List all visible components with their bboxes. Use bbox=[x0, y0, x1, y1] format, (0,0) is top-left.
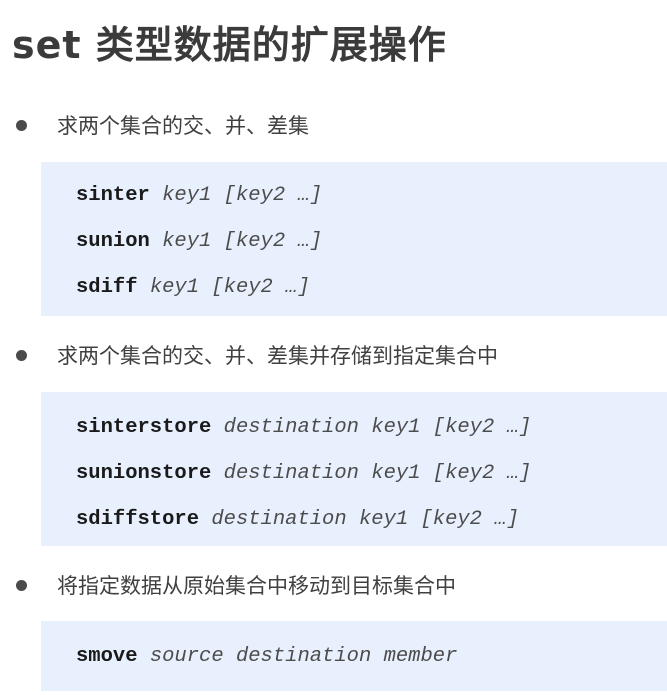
command-args: destination key1 [key2 …] bbox=[223, 416, 532, 439]
command-args: key1 [key2 …] bbox=[149, 276, 310, 299]
code-block: sinter key1 [key2 …] sunion key1 [key2 …… bbox=[41, 162, 667, 316]
section-heading: 求两个集合的交、并、差集 bbox=[16, 112, 309, 138]
command-args: destination key1 [key2 …] bbox=[223, 462, 532, 485]
code-line: sinter key1 [key2 …] bbox=[76, 173, 667, 219]
command-args: key1 [key2 …] bbox=[162, 184, 323, 207]
command-name: sinterstore bbox=[76, 416, 212, 439]
command-args: key1 [key2 …] bbox=[162, 230, 323, 253]
code-block: sinterstore destination key1 [key2 …] su… bbox=[41, 392, 667, 546]
code-line: sinterstore destination key1 [key2 …] bbox=[76, 405, 667, 451]
bullet-icon bbox=[16, 119, 27, 131]
page-title: set 类型数据的扩展操作 bbox=[12, 23, 447, 67]
section-heading-text: 求两个集合的交、并、差集 bbox=[57, 114, 309, 138]
section-heading: 将指定数据从原始集合中移动到目标集合中 bbox=[16, 572, 456, 598]
code-line: sdiff key1 [key2 …] bbox=[76, 265, 667, 311]
command-name: sunion bbox=[76, 230, 150, 253]
code-line: sdiffstore destination key1 [key2 …] bbox=[76, 497, 667, 543]
code-line: sunionstore destination key1 [key2 …] bbox=[76, 451, 667, 497]
command-name: sinter bbox=[76, 184, 150, 207]
bullet-icon bbox=[16, 349, 27, 361]
section-heading-text: 求两个集合的交、并、差集并存储到指定集合中 bbox=[57, 344, 498, 368]
command-args: destination key1 [key2 …] bbox=[211, 508, 519, 531]
command-args: source destination member bbox=[149, 645, 458, 668]
section-heading: 求两个集合的交、并、差集并存储到指定集合中 bbox=[16, 342, 498, 368]
command-name: sdiffstore bbox=[76, 508, 200, 531]
section-heading-text: 将指定数据从原始集合中移动到目标集合中 bbox=[57, 574, 456, 598]
command-name: sdiff bbox=[76, 276, 138, 299]
bullet-icon bbox=[16, 579, 27, 591]
code-line: smove source destination member bbox=[76, 634, 667, 680]
code-line: sunion key1 [key2 …] bbox=[76, 219, 667, 265]
command-name: sunionstore bbox=[76, 462, 212, 485]
command-name: smove bbox=[76, 645, 138, 668]
code-block: smove source destination member bbox=[41, 621, 667, 691]
